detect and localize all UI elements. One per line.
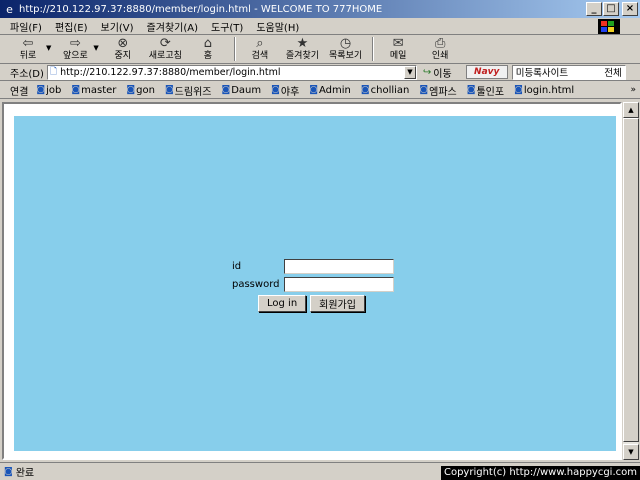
link-dreamwiz[interactable]: ◙ 드림위즈 bbox=[165, 83, 212, 98]
menu-file[interactable]: 파일(F) bbox=[10, 19, 42, 34]
navy-search-field[interactable]: 미등록사이트 전체 bbox=[511, 64, 626, 80]
link-page-icon: ◙ bbox=[466, 85, 476, 95]
mail-button[interactable]: ✉ 메일 bbox=[382, 36, 414, 62]
address-label: 주소(D) bbox=[10, 68, 44, 80]
maximize-button[interactable]: □ bbox=[603, 2, 619, 16]
page-viewport: id password Log in 회원가입 bbox=[2, 102, 622, 460]
link-login-html[interactable]: ◙ login.html bbox=[514, 85, 574, 96]
stop-button[interactable]: ⊗ 중지 bbox=[107, 36, 139, 62]
refresh-icon: ⟳ bbox=[159, 36, 171, 51]
link-master[interactable]: ◙ master bbox=[71, 85, 116, 96]
ie-icon: e bbox=[6, 2, 13, 16]
go-arrow-icon: ↪ bbox=[422, 66, 432, 78]
window-title: http://210.122.97.37:8880/member/login.h… bbox=[19, 3, 383, 15]
link-page-icon: ◙ bbox=[360, 85, 370, 95]
mail-icon: ✉ bbox=[392, 36, 404, 51]
address-input[interactable] bbox=[60, 66, 404, 78]
links-bar: 연결 ◙ job ◙ master ◙ gon ◙ 드림위즈 ◙ Daum ◙ 야후 ◙ Ad… bbox=[0, 82, 640, 99]
toolbar-separator bbox=[372, 37, 375, 61]
back-dropdown-icon[interactable]: ▼ bbox=[46, 44, 51, 52]
page-icon: 🗋 bbox=[49, 67, 58, 77]
history-button[interactable]: ◷ 목록보기 bbox=[329, 36, 362, 62]
scroll-thumb[interactable] bbox=[623, 118, 639, 442]
login-button[interactable]: Log in bbox=[258, 295, 307, 312]
go-button[interactable]: ↪ 이동 bbox=[423, 65, 452, 80]
window-controls: _ □ × bbox=[586, 2, 638, 16]
favorites-icon: ★ bbox=[296, 36, 309, 51]
password-input[interactable] bbox=[284, 276, 394, 292]
link-page-icon: ◙ bbox=[221, 85, 231, 95]
stop-icon: ⊗ bbox=[117, 36, 129, 51]
menu-view[interactable]: 보기(V) bbox=[101, 19, 134, 34]
standard-toolbar: ⇦ 뒤로 ▼ ⇨ 앞으로 ▼ ⊗ 중지 ⟳ 새로고침 ⌂ 홈 ⌕ 검색 ★ 즐겨… bbox=[0, 36, 640, 64]
link-page-icon: ◙ bbox=[419, 85, 429, 95]
search-button[interactable]: ⌕ 검색 bbox=[244, 36, 276, 62]
link-daum[interactable]: ◙ Daum bbox=[221, 85, 261, 96]
status-text: 완료 bbox=[15, 468, 35, 479]
favorites-button[interactable]: ★ 즐겨찾기 bbox=[286, 36, 319, 62]
menu-bar: 파일(F) 편집(E) 보기(V) 즐겨찾기(A) 도구(T) 도움말(H) bbox=[0, 18, 640, 35]
address-dropdown-icon[interactable]: ▼ bbox=[403, 65, 416, 79]
link-yahoo[interactable]: ◙ 야후 bbox=[271, 83, 299, 98]
link-page-icon: ◙ bbox=[36, 85, 46, 95]
password-label: password bbox=[232, 278, 280, 290]
menu-favorites[interactable]: 즐겨찾기(A) bbox=[147, 19, 198, 34]
menu-tools[interactable]: 도구(T) bbox=[211, 19, 243, 34]
link-page-icon: ◙ bbox=[514, 85, 523, 95]
copyright-text: Copyright(c) http://www.happycgi.com bbox=[440, 466, 640, 480]
link-toolinfo[interactable]: ◙ 툴인포 bbox=[467, 83, 504, 98]
links-more-icon[interactable]: » bbox=[630, 85, 636, 95]
back-arrow-icon: ⇦ bbox=[22, 36, 34, 51]
link-gon[interactable]: ◙ gon bbox=[126, 85, 155, 96]
windows-logo-icon bbox=[598, 19, 620, 34]
home-button[interactable]: ⌂ 홈 bbox=[192, 36, 224, 62]
link-page-icon: ◙ bbox=[164, 85, 174, 95]
search-icon: ⌕ bbox=[256, 36, 264, 51]
toolbar-separator bbox=[233, 37, 236, 61]
register-button[interactable]: 회원가입 bbox=[310, 295, 365, 312]
id-label: id bbox=[232, 260, 242, 272]
forward-dropdown-icon[interactable]: ▼ bbox=[93, 44, 98, 52]
home-icon: ⌂ bbox=[203, 36, 213, 51]
password-row: password bbox=[232, 275, 402, 293]
address-bar: 주소(D) 🗋 ▼ ↪ 이동 Navy 미등록사이트 전체 bbox=[0, 64, 640, 81]
refresh-button[interactable]: ⟳ 새로고침 bbox=[149, 36, 182, 62]
link-job[interactable]: ◙ job bbox=[36, 85, 61, 96]
link-page-icon: ◙ bbox=[271, 85, 280, 95]
forward-arrow-icon: ⇨ bbox=[69, 36, 81, 51]
links-label: 연결 bbox=[10, 86, 29, 98]
print-icon: ⎙ bbox=[434, 36, 446, 51]
status-bar: ◙ 완료 Copyright(c) http://www.happycgi.co… bbox=[0, 462, 640, 480]
back-button[interactable]: ⇦ 뒤로 bbox=[12, 36, 44, 62]
print-button[interactable]: ⎙ 인쇄 bbox=[424, 36, 456, 62]
menu-edit[interactable]: 편집(E) bbox=[55, 19, 88, 34]
status-page-icon: ◙ bbox=[4, 466, 13, 477]
link-page-icon: ◙ bbox=[71, 85, 81, 95]
address-field[interactable]: 🗋 ▼ bbox=[46, 64, 417, 80]
link-page-icon: ◙ bbox=[309, 85, 319, 95]
id-row: id bbox=[232, 257, 402, 275]
history-icon: ◷ bbox=[339, 36, 352, 51]
navy-logo[interactable]: Navy bbox=[465, 65, 508, 79]
page-content: id password Log in 회원가입 bbox=[14, 116, 616, 451]
link-admin[interactable]: ◙ Admin bbox=[309, 85, 351, 96]
login-form: id password Log in 회원가입 bbox=[232, 257, 402, 312]
link-chollian[interactable]: ◙ chollian bbox=[361, 85, 410, 96]
link-page-icon: ◙ bbox=[126, 85, 136, 95]
title-bar[interactable]: e http://210.122.97.37:8880/member/login… bbox=[0, 0, 640, 18]
close-button[interactable]: × bbox=[622, 2, 638, 16]
scroll-up-icon[interactable]: ▲ bbox=[623, 102, 639, 118]
scroll-down-icon[interactable]: ▼ bbox=[623, 444, 639, 460]
id-input[interactable] bbox=[284, 258, 394, 274]
link-empas[interactable]: ◙ 엠파스 bbox=[419, 83, 456, 98]
login-buttons: Log in 회원가입 bbox=[258, 295, 402, 312]
menu-help[interactable]: 도움말(H) bbox=[256, 19, 299, 34]
vertical-scrollbar[interactable]: ▲ ▼ bbox=[622, 102, 639, 460]
minimize-button[interactable]: _ bbox=[586, 2, 602, 16]
forward-button[interactable]: ⇨ 앞으로 bbox=[59, 36, 91, 62]
